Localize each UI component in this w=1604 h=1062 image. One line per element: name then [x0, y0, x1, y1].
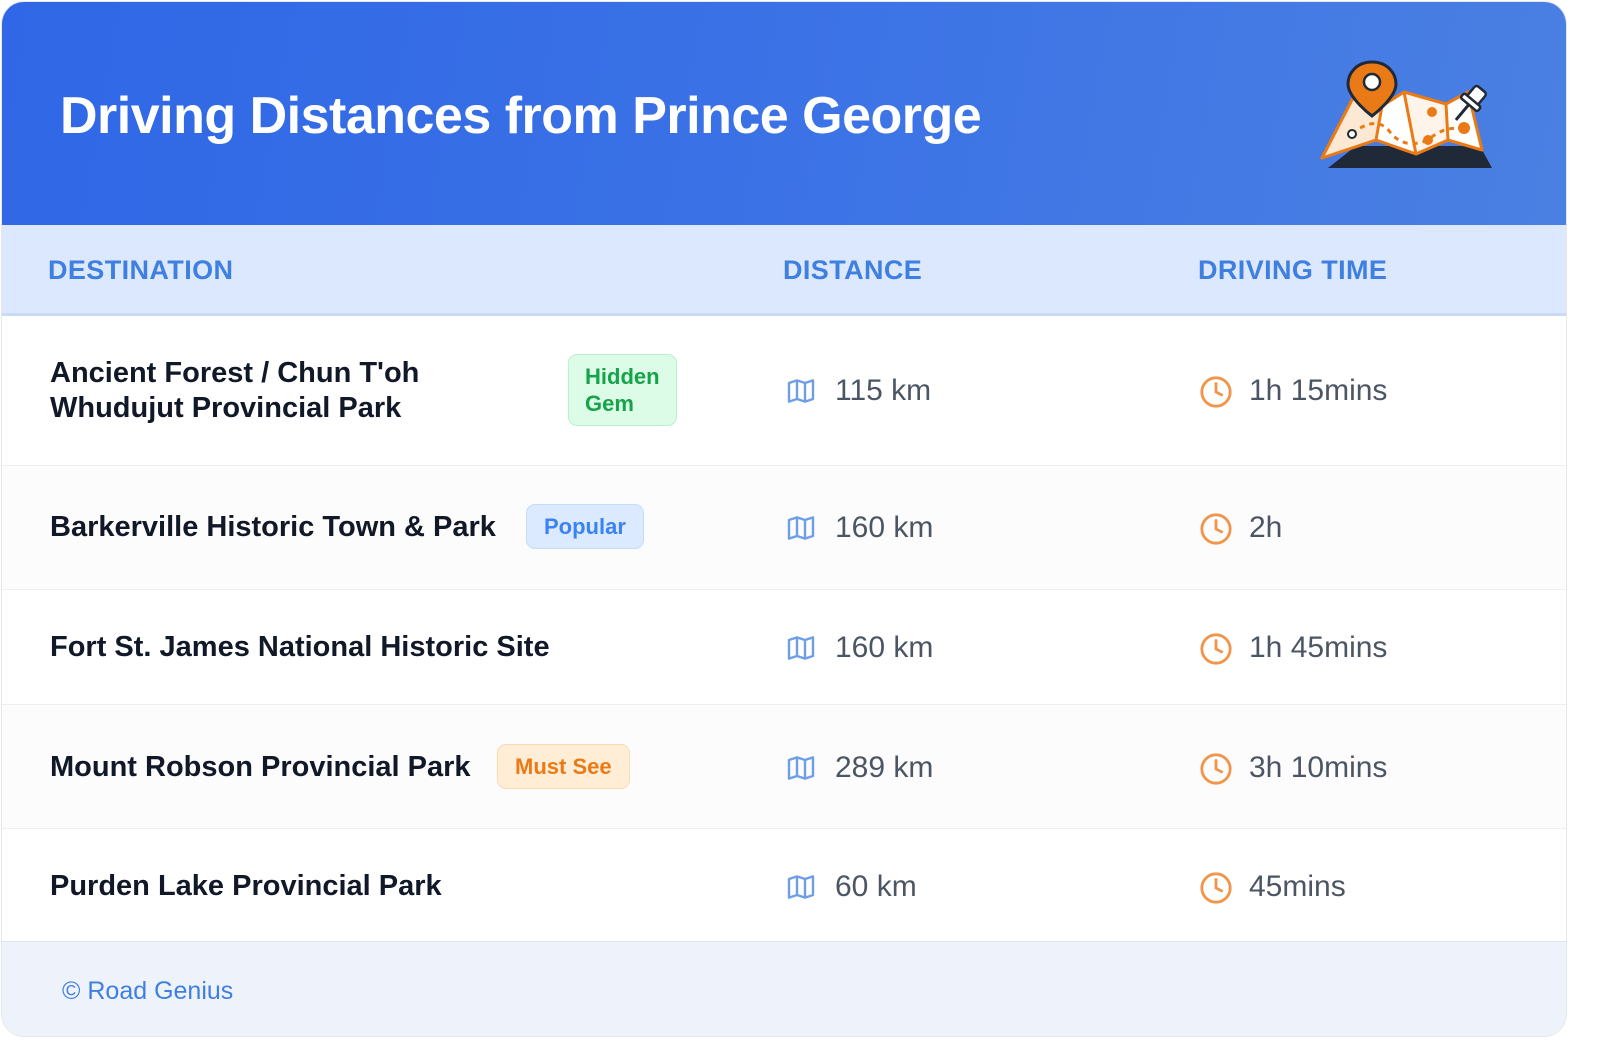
time-value: 1h 45mins	[1249, 631, 1388, 664]
map-icon	[787, 756, 815, 780]
distance-value: 60 km	[835, 870, 917, 903]
page-title: Driving Distances from Prince George	[60, 87, 982, 145]
badge-must-see: Must See	[497, 744, 630, 789]
clock-icon	[1200, 753, 1232, 785]
map-pin-icon	[1320, 60, 1492, 168]
map-icon	[787, 516, 815, 540]
destination-name: Purden Lake Provincial Park	[50, 870, 442, 902]
badge-popular: Popular	[526, 504, 644, 549]
distance-value: 160 km	[835, 511, 934, 544]
header-banner: Driving Distances from Prince George	[2, 2, 1566, 225]
clock-icon	[1200, 633, 1232, 665]
clock-icon	[1200, 513, 1232, 545]
table-row: Ancient Forest / Chun T'oh Whudujut Prov…	[2, 316, 1566, 466]
map-icon	[787, 636, 815, 660]
clock-icon	[1200, 376, 1232, 408]
distance-value: 289 km	[835, 751, 934, 784]
time-value: 3h 10mins	[1249, 751, 1388, 784]
footer-credit: © Road Genius	[62, 977, 234, 1005]
distance-card: Driving Distances from Prince George DES…	[2, 2, 1566, 1036]
clock-icon	[1200, 872, 1232, 904]
table-header: DESTINATION DISTANCE DRIVING TIME	[2, 225, 1566, 316]
table-row: Purden Lake Provincial Park 60 km 45mins	[2, 829, 1566, 941]
destination-name: Fort St. James National Historic Site	[50, 631, 550, 663]
destination-name: Barkerville Historic Town & Park	[50, 511, 496, 543]
distance-value: 115 km	[835, 374, 932, 407]
table-row: Mount Robson Provincial Park Must See 28…	[2, 705, 1566, 829]
badge-hidden-gem: Hidden Gem	[568, 354, 677, 426]
table-row: Barkerville Historic Town & Park Popular…	[2, 466, 1566, 590]
time-value: 45mins	[1249, 870, 1346, 903]
time-value: 2h	[1249, 511, 1283, 544]
destination-name: Mount Robson Provincial Park	[50, 751, 471, 783]
time-value: 1h 15mins	[1249, 374, 1388, 407]
table-row: Fort St. James National Historic Site 16…	[2, 590, 1566, 705]
destination-name: Ancient Forest / Chun T'oh Whudujut Prov…	[50, 357, 420, 424]
map-icon	[787, 875, 815, 899]
column-header-distance: DISTANCE	[783, 255, 923, 285]
footer: © Road Genius	[2, 941, 1566, 1036]
map-icon	[787, 379, 815, 403]
column-header-driving-time: DRIVING TIME	[1198, 255, 1388, 285]
column-header-destination: DESTINATION	[48, 255, 234, 285]
distance-value: 160 km	[835, 631, 934, 664]
